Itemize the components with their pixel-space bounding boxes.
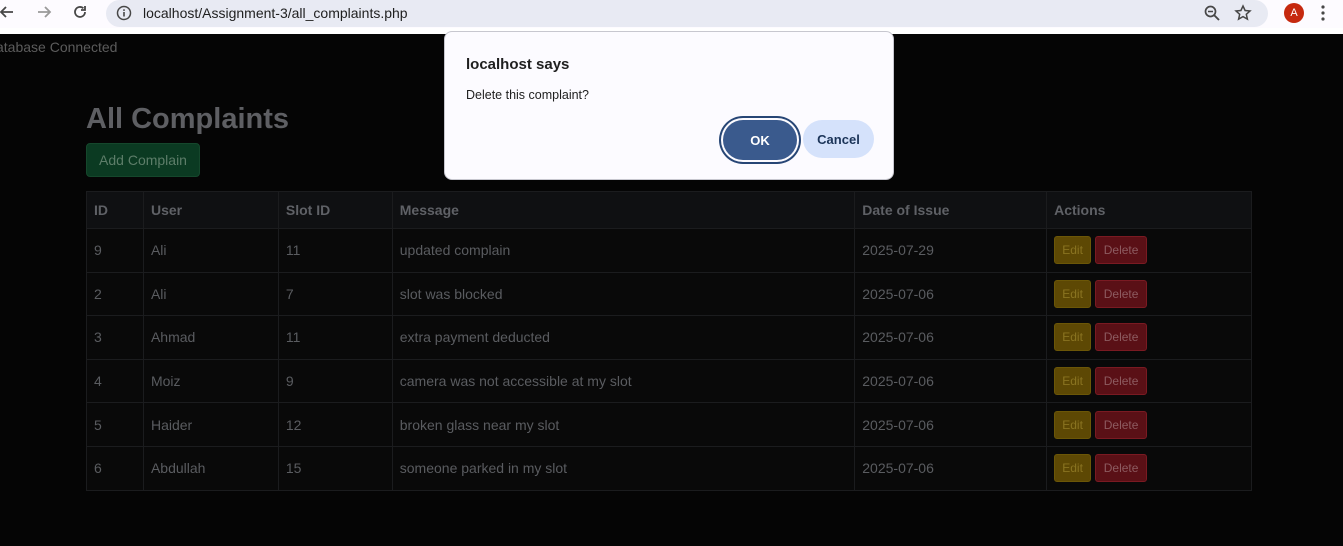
cell-user: Moiz [142,358,279,404]
cell-message: slot was blocked [391,271,856,317]
delete-button[interactable]: Delete [1095,410,1148,439]
delete-button[interactable]: Delete [1095,323,1148,352]
cell-date: 2025-07-06 [854,315,1048,360]
edit-button[interactable]: Edit [1054,323,1092,352]
delete-button[interactable]: Delete [1095,279,1148,308]
add-complain-button[interactable]: Add Complain [86,143,200,177]
cell-message: camera was not accessible at my slot [391,358,856,404]
cancel-button[interactable]: Cancel [803,120,874,158]
cell-message: updated complain [391,228,856,273]
cell-user: Ahmad [142,315,279,360]
cell-id: 2 [86,271,144,317]
cell-slot: 7 [277,271,393,317]
cell-slot: 11 [277,315,393,360]
cell-slot: 12 [277,402,393,447]
profile-avatar[interactable]: A [1284,3,1304,23]
cell-id: 3 [86,315,144,360]
zoom-icon[interactable] [1203,4,1221,22]
header-id: ID [86,191,144,229]
cell-id: 4 [86,358,144,404]
reload-icon[interactable] [71,3,89,21]
table-row: 5 Haider 12 broken glass near my slot 20… [86,402,1252,447]
cell-slot: 15 [277,445,393,491]
edit-button[interactable]: Edit [1054,454,1092,483]
delete-button[interactable]: Delete [1095,236,1148,265]
cell-user: Abdullah [142,445,279,491]
edit-button[interactable]: Edit [1054,236,1092,265]
db-status-text: atabase Connected [0,39,118,55]
header-actions: Actions [1046,191,1252,229]
cell-user: Haider [142,402,279,447]
complaints-table: ID User Slot ID Message Date of Issue Ac… [86,191,1252,491]
cell-slot: 9 [277,358,393,404]
cell-actions: Edit Delete [1046,315,1252,360]
cell-user: Ali [142,271,279,317]
cell-id: 6 [86,445,144,491]
table-row: 6 Abdullah 15 someone parked in my slot … [86,445,1252,491]
back-icon[interactable] [0,3,16,21]
cell-date: 2025-07-06 [854,445,1048,491]
edit-button[interactable]: Edit [1054,367,1092,396]
header-user: User [142,191,279,229]
cell-date: 2025-07-06 [854,358,1048,404]
confirm-dialog: localhost says Delete this complaint? OK… [444,31,894,180]
dialog-message: Delete this complaint? [466,88,589,102]
edit-button[interactable]: Edit [1054,410,1092,439]
cell-actions: Edit Delete [1046,358,1252,404]
delete-button[interactable]: Delete [1095,454,1148,483]
forward-icon[interactable] [35,3,53,21]
url-text[interactable]: localhost/Assignment-3/all_complaints.ph… [143,5,408,21]
header-message: Message [391,191,856,229]
table-header-row: ID User Slot ID Message Date of Issue Ac… [86,191,1252,229]
cell-actions: Edit Delete [1046,228,1252,273]
address-bar[interactable]: localhost/Assignment-3/all_complaints.ph… [106,0,1268,27]
cell-message: extra payment deducted [391,315,856,360]
cell-id: 5 [86,402,144,447]
cell-date: 2025-07-06 [854,402,1048,447]
cell-date: 2025-07-06 [854,271,1048,317]
cell-message: broken glass near my slot [391,402,856,447]
cell-date: 2025-07-29 [854,228,1048,273]
header-slot-id: Slot ID [277,191,393,229]
site-info-icon[interactable] [116,5,132,21]
dialog-title: localhost says [466,56,570,73]
table-row: 2 Ali 7 slot was blocked 2025-07-06 Edit… [86,271,1252,317]
delete-button[interactable]: Delete [1095,367,1148,396]
header-date: Date of Issue [854,191,1048,229]
table-row: 4 Moiz 9 camera was not accessible at my… [86,358,1252,404]
cell-slot: 11 [277,228,393,273]
cell-id: 9 [86,228,144,273]
ok-button[interactable]: OK [723,120,797,160]
edit-button[interactable]: Edit [1054,279,1092,308]
browser-toolbar: localhost/Assignment-3/all_complaints.ph… [0,0,1343,28]
cell-actions: Edit Delete [1046,271,1252,317]
cell-user: Ali [142,228,279,273]
cell-actions: Edit Delete [1046,445,1252,491]
bookmark-star-icon[interactable] [1234,4,1252,22]
table-row: 3 Ahmad 11 extra payment deducted 2025-0… [86,315,1252,360]
page-title: All Complaints [86,103,290,135]
menu-dots-icon[interactable] [1318,4,1328,22]
table-row: 9 Ali 11 updated complain 2025-07-29 Edi… [86,228,1252,273]
cell-message: someone parked in my slot [391,445,856,491]
cell-actions: Edit Delete [1046,402,1252,447]
